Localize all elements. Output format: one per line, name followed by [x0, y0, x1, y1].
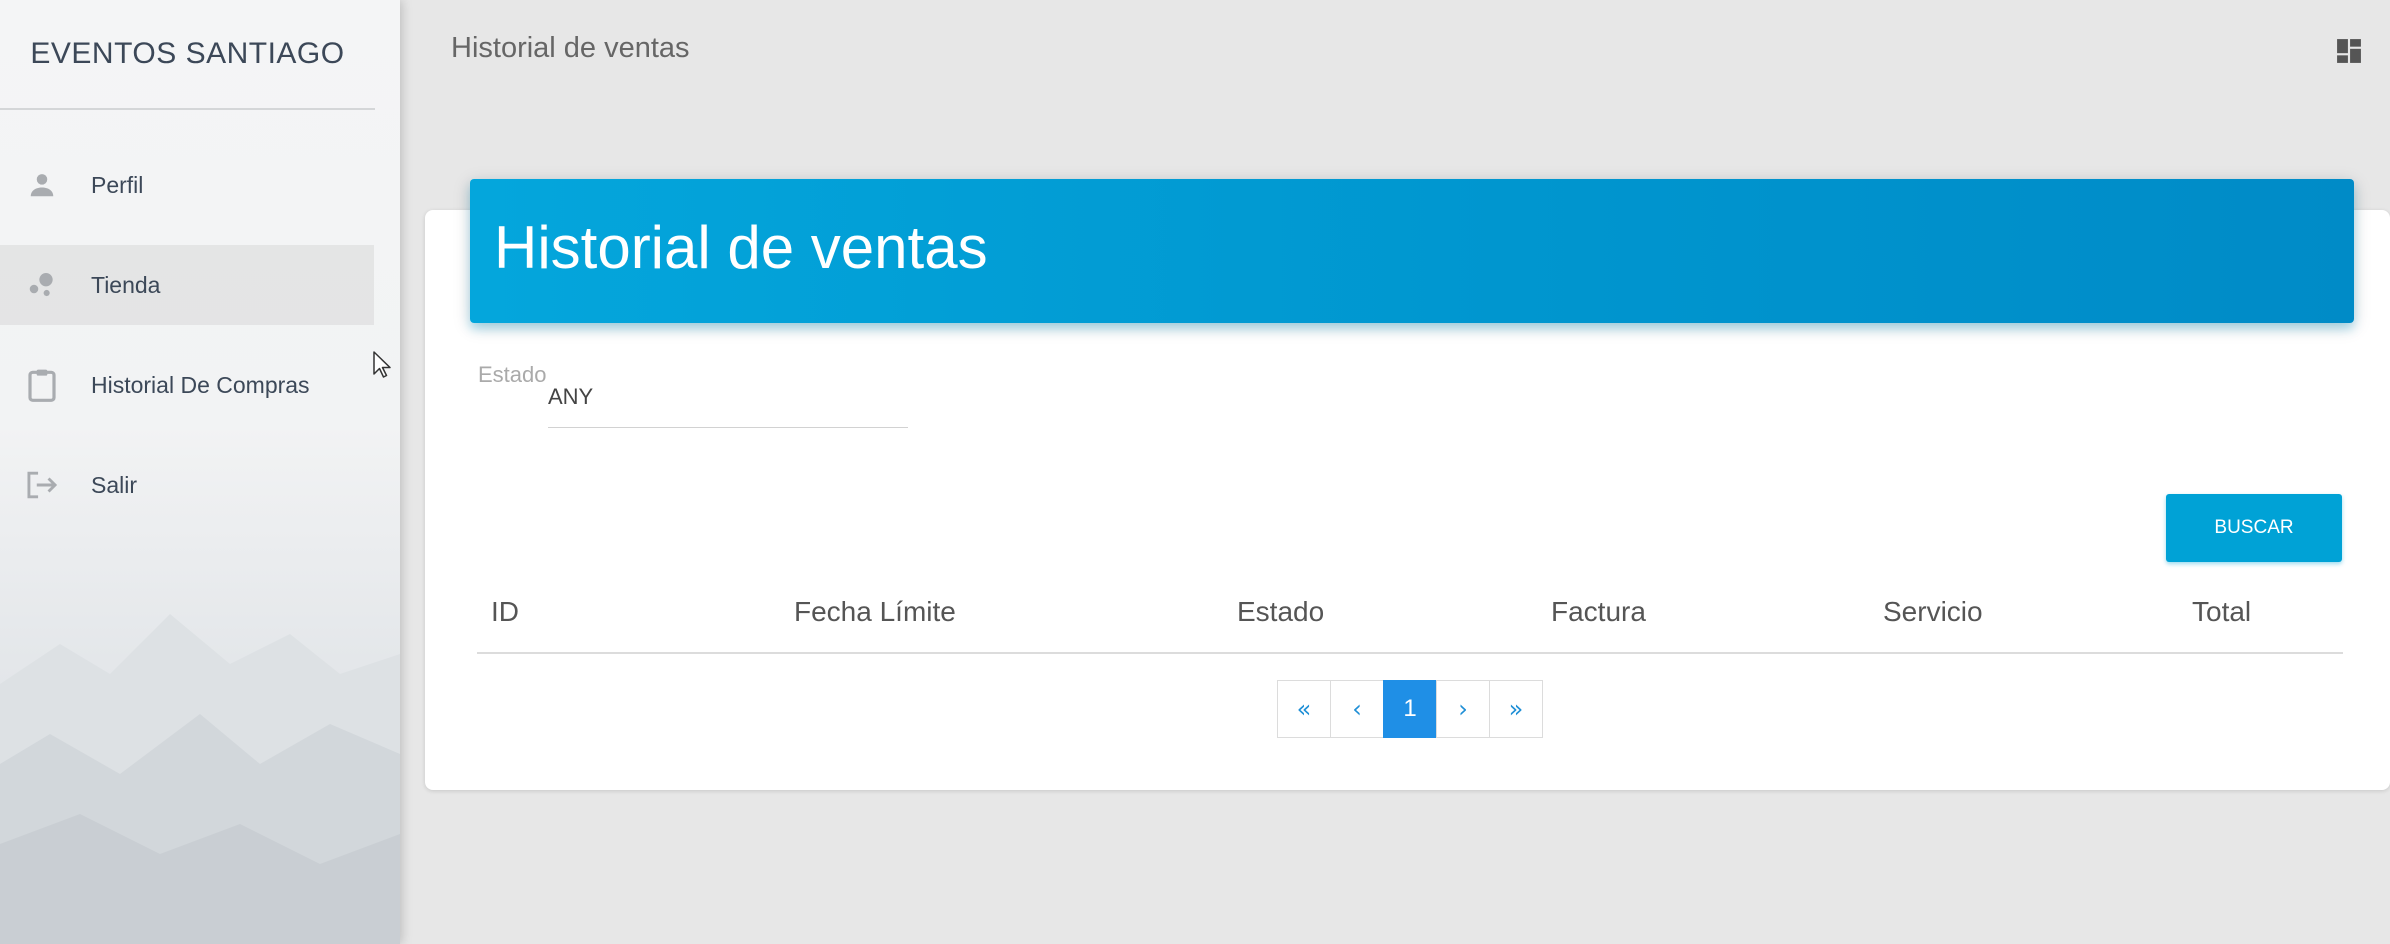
sidebar-item-historial-de-compras[interactable]: Historial De Compras	[0, 345, 374, 425]
current-page-button[interactable]: 1	[1383, 680, 1437, 738]
estado-select[interactable]: ANY	[548, 378, 908, 428]
buscar-button[interactable]: BUSCAR	[2166, 494, 2342, 562]
sidebar-item-label: Salir	[91, 471, 138, 498]
card-header: Historial de ventas	[470, 179, 2354, 323]
table-header-divider	[477, 652, 2343, 654]
last-page-button[interactable]: »	[1489, 680, 1543, 738]
previous-page-button[interactable]: ‹	[1330, 680, 1384, 738]
brand-title[interactable]: EVENTOS SANTIAGO	[0, 0, 375, 108]
mouse-cursor-icon	[373, 351, 391, 378]
sidebar-item-tienda[interactable]: Tienda	[0, 245, 374, 325]
sidebar-background-image	[0, 614, 400, 944]
divider	[0, 108, 375, 110]
column-header-id: ID	[491, 596, 519, 627]
page-title: Historial de ventas	[451, 32, 690, 64]
column-header-servicio: Servicio	[1883, 596, 1983, 627]
pagination: « ‹ 1 › »	[1277, 680, 1543, 738]
sidebar-item-label: Perfil	[91, 171, 144, 198]
dashboard-icon[interactable]	[2336, 38, 2362, 64]
sidebar-item-label: Tienda	[91, 271, 161, 298]
bubbles-icon	[24, 267, 60, 303]
sidebar-item-label: Historial De Compras	[91, 371, 310, 398]
estado-filter-label: Estado	[478, 362, 547, 387]
sidebar: EVENTOS SANTIAGO Perfil Tienda Historial…	[0, 0, 400, 944]
sidebar-item-salir[interactable]: Salir	[0, 445, 374, 525]
logout-icon	[24, 467, 60, 503]
person-icon	[24, 167, 60, 203]
column-header-total: Total	[2192, 596, 2252, 627]
card-title: Historial de ventas	[494, 214, 988, 281]
next-page-button[interactable]: ›	[1436, 680, 1490, 738]
column-header-fecha-limite: Fecha Límite	[794, 596, 956, 627]
clipboard-icon	[24, 367, 60, 403]
column-header-factura: Factura	[1551, 596, 1646, 627]
sidebar-item-perfil[interactable]: Perfil	[0, 145, 374, 225]
first-page-button[interactable]: «	[1277, 680, 1331, 738]
estado-select-value: ANY	[548, 384, 594, 409]
column-header-estado: Estado	[1237, 596, 1325, 627]
